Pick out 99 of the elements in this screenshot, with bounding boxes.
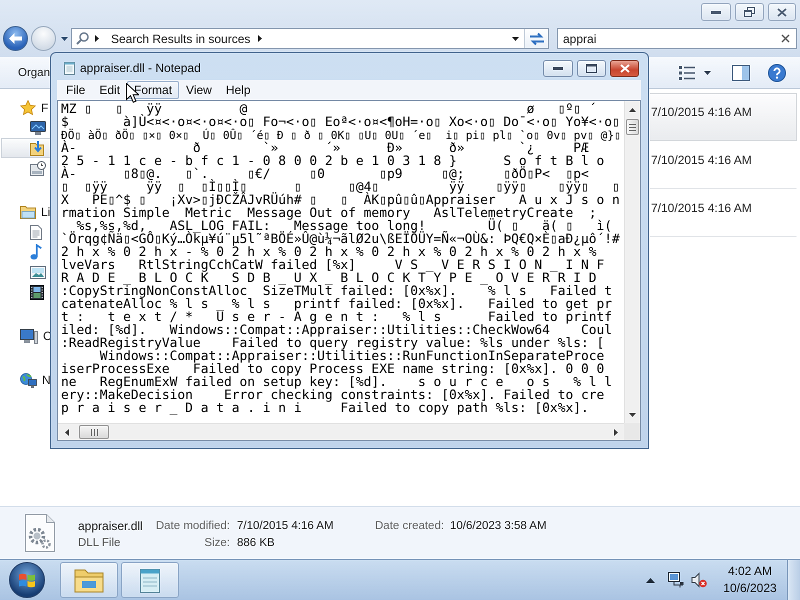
text-line: rmation Simple Metric Message Out of memory AslTelemetryCreate ; [61, 207, 596, 220]
text-line: :CopyStringNonConstAlloc SizeTMult failed: [0x%x]. % l s Failed t [61, 285, 612, 298]
taskbar-button[interactable] [121, 562, 179, 598]
document-icon [30, 224, 42, 240]
text-line: À- ð `» ´» Ð» ð» `¿ PÆ [61, 142, 589, 155]
menu-item[interactable]: Edit [92, 81, 128, 99]
picture-icon [30, 266, 46, 278]
text-line: ÐÖ▯ àÖ▯ ðÖ▯ ▯×▯ 0×▯ Ú▯ 0Û▯ ´é▯ Ð ▯ ð ▯ 0K▯ ▯U▯ 0U▯ ´e▯ i▯ pi▯ pl▯ `o▯ 0v▯ pv▯ @}▯ [61, 129, 621, 142]
text-line: X PE▯^$ ▯ ¡Xv>▯jÐCŽÂJvRÜúh# ▯ ▯ ÀK▯pû▯û▯Appraiser A u x J s o n [61, 194, 620, 207]
text-line: 2 h x % 0 2 h x - % 0 2 h x % 0 2 h x % 0 2 h x % 0 2 h x % 0 2 h x % [61, 246, 596, 259]
text-line: catenateAlloc % l s _ % l s printf failed: [0x%x]. Failed to get pr [61, 298, 612, 311]
property-label: Date modified: [156, 520, 230, 532]
caret-left-icon [64, 428, 68, 436]
caret-down-icon [60, 36, 68, 40]
refresh-button[interactable] [524, 29, 548, 48]
folder-icon [74, 567, 104, 593]
clock-window-icon [30, 160, 46, 176]
close-button[interactable] [768, 3, 796, 21]
clock-button[interactable]: 4:02 AM 10/6/2023 [721, 562, 779, 598]
music-note-icon [30, 244, 42, 260]
text-line: `Örqg¢Ñä▯<GÔ▯Ký…Òkµ¥ú¨µ5l˜ªBÖÉ»Û@ù¼¬ãlØ2u\ßEÏÖÜY=Ñ«¬OÙ&: ÞQ€Q×È▯aÐ¿µô´!# [61, 233, 620, 246]
text-line: Windows::Compat::Appraiser::Utilities::RunFunctionInSeparateProce [100, 350, 604, 363]
caret-right-icon [258, 35, 262, 42]
window-title: appraiser.dll - Notepad [80, 61, 201, 75]
notepad-icon [137, 566, 163, 594]
close-icon [777, 8, 787, 16]
list-view-icon [679, 66, 695, 80]
menu-item[interactable]: View [179, 81, 219, 99]
scrollbar-thumb[interactable] [626, 119, 639, 135]
pane-icon [732, 64, 750, 80]
taskbar-button[interactable] [60, 562, 118, 598]
toolbar-menu-button[interactable]: Organ [14, 62, 50, 84]
text-line: lveVars RtlStringCchCatW failed [%x] V S _ V E R S I O N _ I N F [61, 259, 604, 272]
network-monitor-icon[interactable] [668, 572, 684, 588]
maximize-icon [586, 64, 597, 72]
menu-item[interactable]: File [59, 81, 92, 99]
scrollbar-thumb[interactable] [79, 425, 109, 439]
back-button[interactable] [3, 26, 28, 51]
clear-search-button[interactable] [779, 32, 792, 45]
caret-down-icon [704, 70, 711, 74]
caret-up-icon [646, 578, 654, 582]
property-label: Date created: [375, 520, 443, 532]
close-button[interactable] [610, 60, 639, 76]
caret-right-icon [95, 35, 99, 42]
minimize-button[interactable] [701, 3, 731, 21]
text-line: p r a i s e r _ D a t a . i n i Failed to copy path %ls: [0x%x]. [61, 402, 589, 415]
property-value: 10/6/2023 3:58 AM [450, 520, 547, 532]
folder-icon [20, 205, 36, 219]
text-line: :ReadRegistryValue Failed to query registry value: %ls under %ls: [ [61, 337, 604, 350]
minimize-icon [553, 66, 563, 70]
maximize-button[interactable] [577, 60, 606, 76]
text-line: ne RegEnumExW failed on setup key: [%d]. s o u r c e o s % l l [61, 376, 612, 389]
caret-up-icon [629, 108, 636, 112]
text-line: iled: [%d]. Windows::Compat::Appraiser::Utilities::CheckWow64 Coul [61, 324, 612, 337]
close-icon [781, 34, 790, 43]
nav-item[interactable]: Li [1, 202, 50, 222]
caret-down-icon [629, 412, 636, 416]
star-icon [20, 100, 36, 116]
close-icon [620, 64, 630, 72]
download-folder-icon [30, 140, 44, 156]
nav-item[interactable]: F [1, 98, 50, 118]
start-button[interactable] [9, 562, 45, 598]
monitor-icon [30, 121, 46, 135]
search-icon [76, 32, 89, 45]
nav-item[interactable]: N [1, 370, 50, 390]
minimize-button[interactable] [543, 60, 573, 76]
search-field[interactable]: apprai [557, 28, 797, 49]
address-field[interactable]: Search Results in sources [71, 28, 549, 49]
text-line: 2 5 - 1 1 c e - b f c 1 - 0 8 0 0 2 b e 1 0 3 1 8 } S o f t B l o [61, 155, 604, 168]
result-row[interactable]: 7/10/2015 4:16 AM [650, 93, 797, 141]
computer-icon [20, 328, 38, 344]
arrow-left-icon [9, 33, 22, 44]
flag-icon [18, 572, 36, 588]
property-value: 886 KB [237, 536, 276, 548]
text-line: $ à]Ù<¤<·o¤<·o¤<·o▯ Fo¬<·o▯ Eoª<·o¤<¶oH=·o▯ Xo<·o▯ Do¯<·o▯ Yo¥<·o▯ [61, 116, 620, 129]
text-line: t : t e x t / * U s e r - A g e n t : % l s Failed to printf [61, 311, 612, 324]
property-value: 7/10/2015 4:16 AM [237, 520, 335, 532]
text-line: ery::MakeDecision Error checking constraints: [0x%x]. Failed to cre [61, 389, 604, 402]
notepad-icon [64, 61, 75, 75]
text-line: R A D E _ B L O C K S D B _ U X _ B L O C K T Y P E _ O V E R R I D [61, 272, 596, 285]
caret-down-icon [512, 36, 518, 40]
film-strip-icon [30, 284, 44, 300]
restore-icon [744, 7, 755, 17]
speaker-muted-icon[interactable] [691, 572, 707, 588]
result-row[interactable]: 7/10/2015 4:16 AM [650, 189, 797, 237]
menu-item[interactable]: Help [218, 81, 258, 99]
file-type: DLL File [78, 536, 122, 548]
help-icon [768, 64, 786, 82]
breadcrumb-button[interactable]: Search Results in sources [107, 29, 254, 48]
globe-computer-icon [20, 372, 37, 388]
property-label: Size: [204, 536, 230, 548]
restore-button[interactable] [735, 3, 764, 21]
gear-document-icon [25, 514, 55, 552]
refresh-icon [528, 32, 544, 46]
result-row[interactable]: 7/10/2015 4:16 AM [650, 141, 797, 189]
minimize-icon [711, 10, 721, 14]
text-line: iserProcessExe Failed to copy Process EXE name string: [0x%x]. 0 0 0 [61, 363, 604, 376]
file-name: appraiser.dll [78, 518, 144, 532]
caret-right-icon [614, 428, 618, 436]
